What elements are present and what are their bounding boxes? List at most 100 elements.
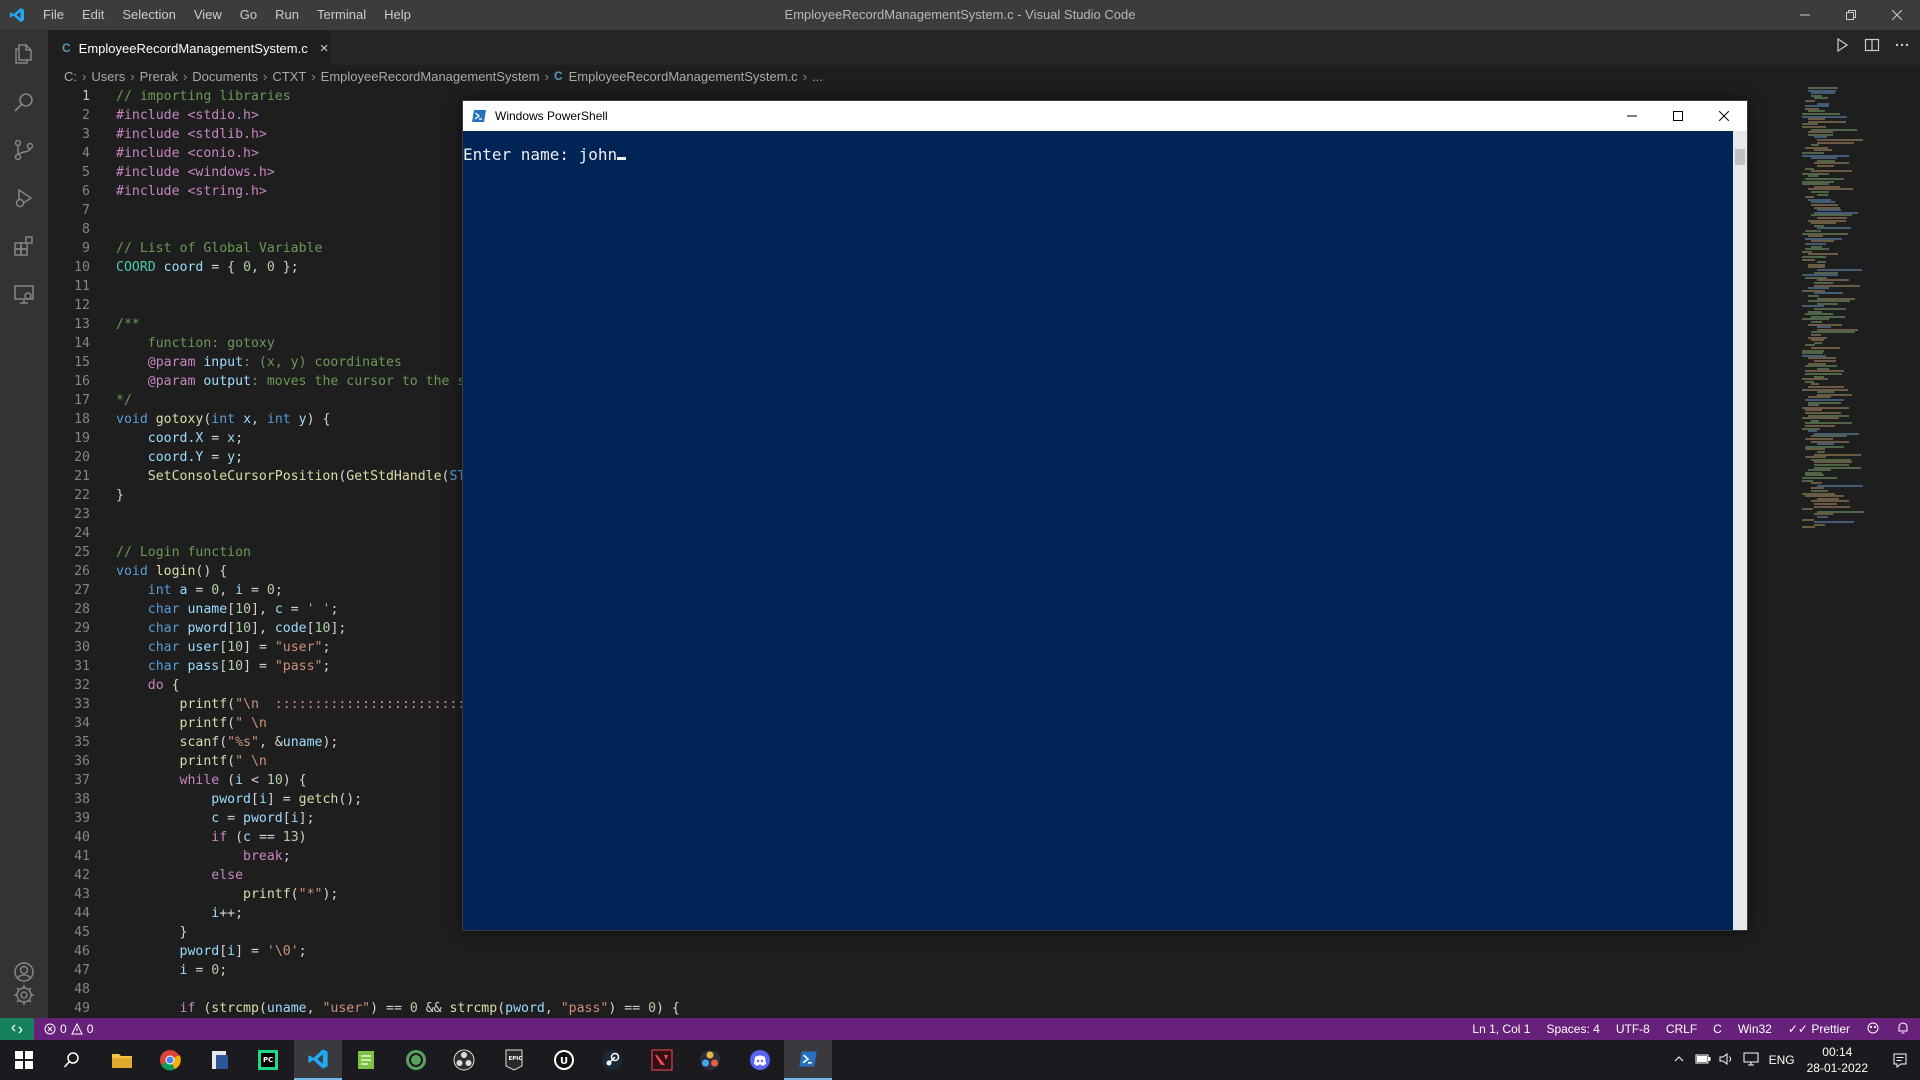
code-token: ); (322, 887, 339, 902)
powershell-window[interactable]: Windows PowerShell Enter name: john (462, 100, 1748, 931)
menu-file[interactable]: File (34, 0, 73, 30)
davinci-resolve-icon[interactable] (686, 1040, 734, 1080)
language-mode[interactable]: C (1713, 1022, 1722, 1036)
notification-center-icon[interactable] (1880, 1040, 1920, 1080)
pycharm-icon[interactable]: PC (244, 1040, 292, 1080)
notepad-icon[interactable] (342, 1040, 390, 1080)
file-explorer-icon[interactable] (98, 1040, 146, 1080)
chrome-icon[interactable] (146, 1040, 194, 1080)
search-icon[interactable] (48, 1040, 96, 1080)
code-token: char (116, 659, 180, 674)
more-actions-icon[interactable] (1894, 37, 1910, 58)
vscode-taskbar-icon[interactable] (294, 1040, 342, 1080)
line-number: 11 (74, 279, 90, 294)
breadcrumb-item[interactable]: Prerak (140, 69, 178, 84)
menu-view[interactable]: View (185, 0, 231, 30)
input-language[interactable]: ENG (1769, 1053, 1795, 1067)
run-icon[interactable] (1834, 37, 1850, 58)
windows-start-icon[interactable] (0, 1040, 48, 1080)
close-window-button[interactable] (1874, 0, 1920, 30)
code-token: #include <string.h> (116, 184, 267, 199)
breadcrumb-file[interactable]: EmployeeRecordManagementSystem.c (569, 69, 798, 84)
menu-terminal[interactable]: Terminal (308, 0, 375, 30)
platform-config[interactable]: Win32 (1738, 1022, 1772, 1036)
minimize-button[interactable] (1609, 101, 1655, 131)
search-icon[interactable] (0, 78, 48, 126)
code-token: , (251, 412, 267, 427)
menu-edit[interactable]: Edit (73, 0, 113, 30)
steam-icon[interactable] (588, 1040, 636, 1080)
remote-indicator-icon[interactable] (0, 1018, 34, 1040)
menu-run[interactable]: Run (266, 0, 308, 30)
clock-date: 28-01-2022 (1806, 1061, 1868, 1075)
breadcrumb-symbols[interactable]: ... (812, 69, 823, 84)
manage-gear-icon[interactable] (0, 972, 48, 1018)
menu-selection[interactable]: Selection (113, 0, 184, 30)
explorer-icon[interactable] (0, 30, 48, 78)
feedback-icon[interactable] (1866, 1021, 1880, 1038)
code-token: y (227, 450, 236, 465)
line-number: 9 (82, 241, 90, 256)
menu-go[interactable]: Go (231, 0, 266, 30)
notifications-bell-icon[interactable] (1896, 1021, 1910, 1038)
spotify-like-icon[interactable] (392, 1040, 440, 1080)
minimap-line (1817, 193, 1828, 196)
breadcrumb-item[interactable]: Users (91, 69, 125, 84)
minimap[interactable] (1798, 87, 1908, 547)
close-icon[interactable]: × (320, 40, 329, 57)
chevron-up-icon[interactable] (1673, 1053, 1685, 1068)
remote-explorer-icon[interactable] (0, 270, 48, 318)
code-token: [ (306, 621, 315, 636)
scrollbar-thumb[interactable] (1735, 149, 1745, 165)
unreal-engine-icon[interactable]: U (540, 1040, 588, 1080)
volume-icon[interactable] (1719, 1052, 1735, 1069)
breadcrumb-item[interactable]: C: (64, 69, 77, 84)
powershell-taskbar-icon[interactable] (784, 1040, 832, 1080)
console-output[interactable]: Enter name: john (463, 131, 1733, 930)
run-debug-icon[interactable] (0, 174, 48, 222)
code-token: pass (179, 659, 220, 674)
code-token: 10 (227, 640, 244, 655)
code-token: pword (505, 1001, 545, 1016)
clock[interactable]: 00:14 28-01-2022 (1807, 1044, 1868, 1076)
code-token: i (227, 944, 236, 959)
indentation[interactable]: Spaces: 4 (1546, 1022, 1599, 1036)
minimize-button[interactable] (1782, 0, 1828, 30)
source-control-icon[interactable] (0, 126, 48, 174)
code-token: ] = (266, 792, 299, 807)
line-number: 31 (74, 659, 90, 674)
document-app-icon[interactable] (196, 1040, 244, 1080)
end-of-line[interactable]: CRLF (1666, 1022, 1697, 1036)
code-token: " \n ENT (235, 716, 498, 731)
network-icon[interactable] (1743, 1052, 1759, 1069)
tab-employee-record-c[interactable]: C EmployeeRecordManagementSystem.c × (48, 30, 330, 65)
line-number: 14 (74, 336, 90, 351)
scrollbar[interactable] (1733, 131, 1747, 930)
valorant-icon[interactable] (638, 1040, 686, 1080)
code-token: char (116, 621, 180, 636)
discord-icon[interactable] (736, 1040, 784, 1080)
encoding[interactable]: UTF-8 (1616, 1022, 1650, 1036)
console-input[interactable]: john (579, 145, 618, 164)
cursor-position[interactable]: Ln 1, Col 1 (1472, 1022, 1530, 1036)
menu-help[interactable]: Help (375, 0, 420, 30)
maximize-button[interactable] (1655, 101, 1701, 131)
restore-button[interactable] (1828, 0, 1874, 30)
breadcrumb-item[interactable]: EmployeeRecordManagementSystem (321, 69, 540, 84)
minimap-line (1802, 417, 1839, 420)
breadcrumb-item[interactable]: Documents (192, 69, 258, 84)
battery-icon[interactable] (1695, 1053, 1711, 1068)
close-window-button[interactable] (1701, 101, 1747, 131)
breadcrumb-item[interactable]: CTXT (272, 69, 306, 84)
epic-games-icon[interactable]: EPIC (490, 1040, 538, 1080)
split-editor-icon[interactable] (1864, 37, 1880, 58)
line-number: 36 (74, 754, 90, 769)
line-number: 17 (74, 393, 90, 408)
extensions-icon[interactable] (0, 222, 48, 270)
code-token: #include <stdlib.h> (116, 127, 267, 142)
powershell-title-bar[interactable]: Windows PowerShell (463, 101, 1747, 131)
problems-indicator[interactable]: 0 0 (44, 1022, 93, 1036)
breadcrumb: C: › Users › Prerak › Documents › CTXT › Empl… (48, 65, 1920, 87)
obs-icon[interactable] (440, 1040, 488, 1080)
prettier-status[interactable]: ✓✓ Prettier (1788, 1022, 1850, 1036)
